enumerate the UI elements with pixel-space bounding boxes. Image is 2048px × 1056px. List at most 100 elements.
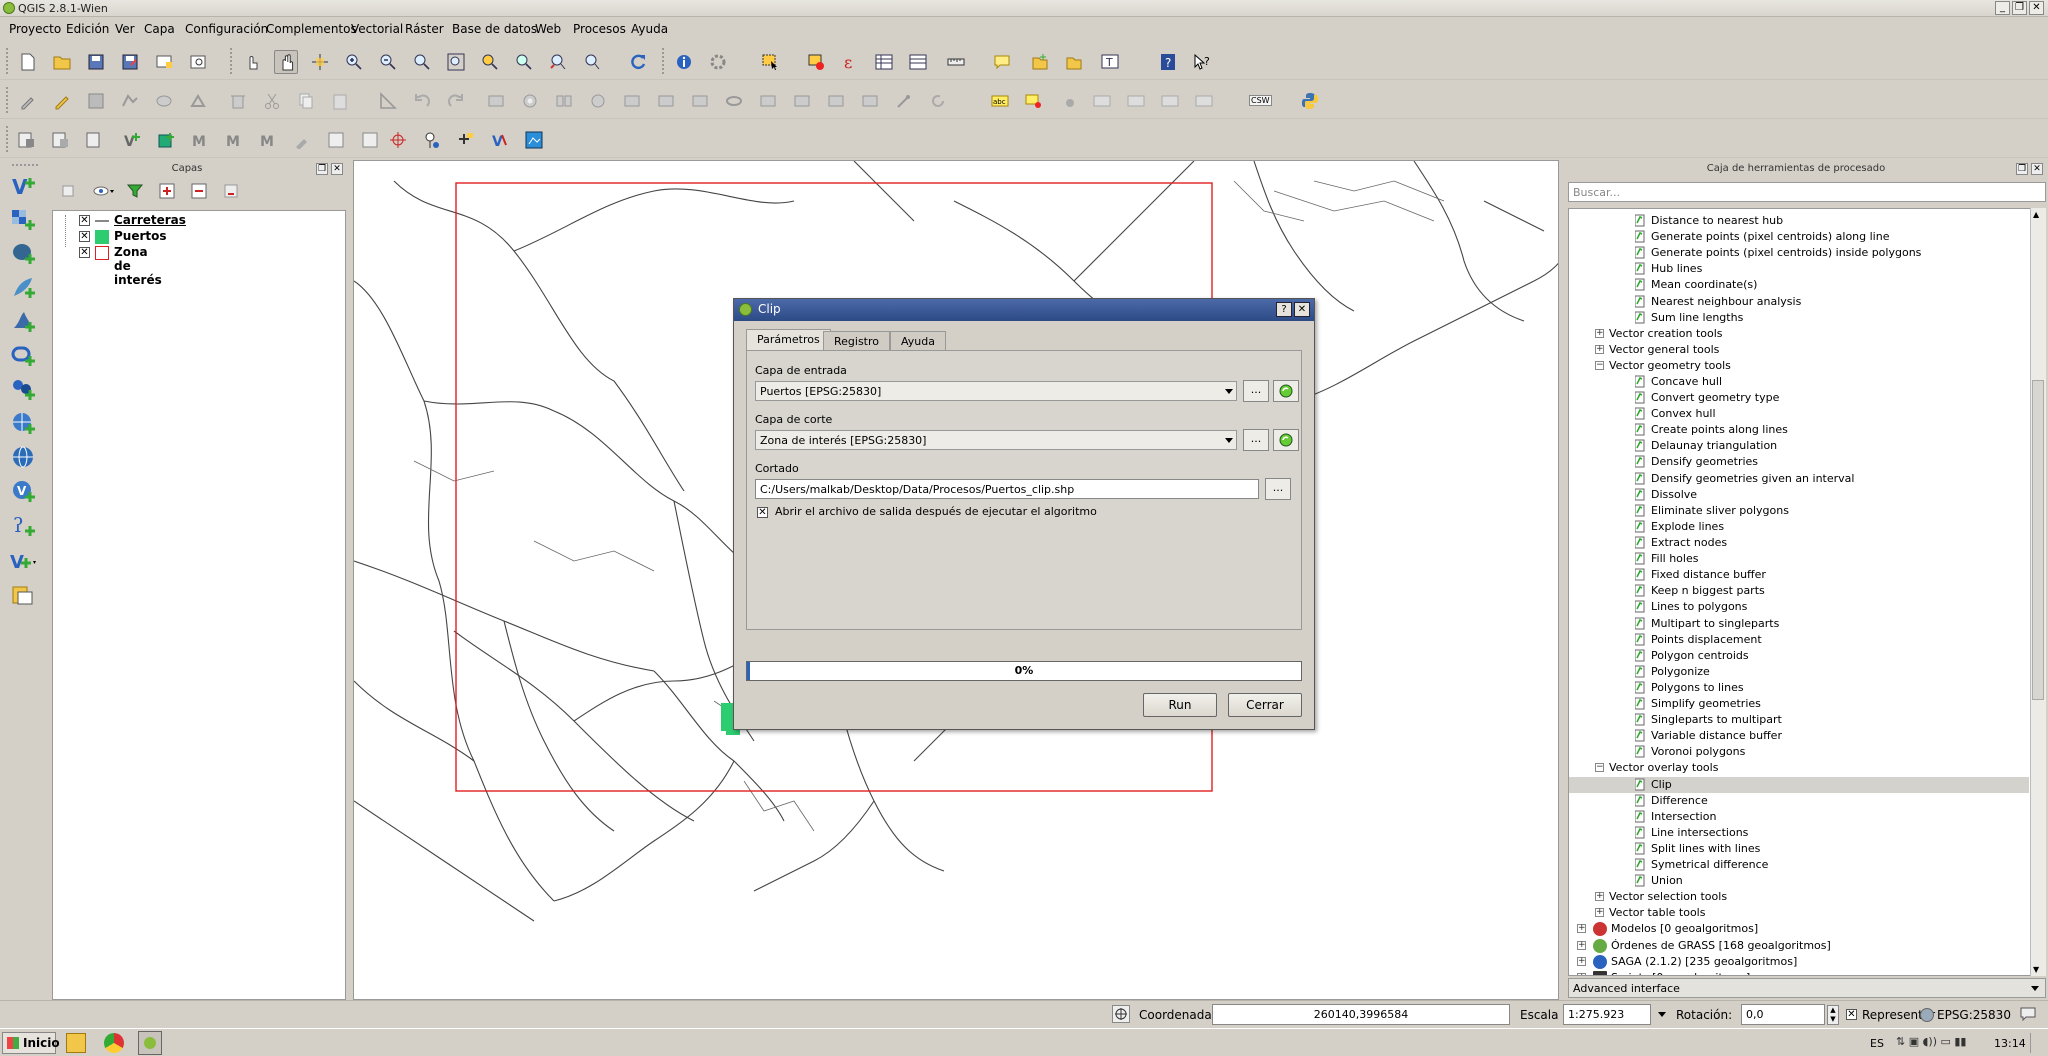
export-tool-button[interactable] bbox=[358, 128, 382, 152]
algorithm-item[interactable]: Convert geometry type bbox=[1569, 390, 2029, 406]
algorithm-group[interactable]: + Vector general tools bbox=[1569, 342, 2029, 358]
algorithm-item[interactable]: Multipart to singleparts bbox=[1569, 616, 2029, 632]
split-parts-button[interactable] bbox=[790, 89, 814, 113]
simplify-feature-button[interactable] bbox=[484, 89, 508, 113]
algorithm-item[interactable]: Keep n biggest parts bbox=[1569, 583, 2029, 599]
delete-selected-button[interactable] bbox=[226, 89, 250, 113]
spatialite-button[interactable] bbox=[48, 128, 72, 152]
algorithm-group[interactable]: + Vector table tools bbox=[1569, 905, 2029, 921]
expand-icon[interactable]: + bbox=[1595, 892, 1604, 901]
map-tips-button[interactable] bbox=[990, 50, 1014, 74]
add-wfs-layer-button[interactable]: V bbox=[10, 478, 38, 506]
render-checkbox[interactable]: ✕ bbox=[1846, 1009, 1857, 1020]
add-wms-layer-button[interactable] bbox=[10, 410, 38, 438]
algorithm-item[interactable]: Union bbox=[1569, 873, 2029, 889]
cerrar-button[interactable]: Cerrar bbox=[1228, 693, 1302, 717]
coordinate-tool-button[interactable] bbox=[454, 128, 478, 152]
node-tool-button[interactable] bbox=[186, 89, 210, 113]
algorithm-item[interactable]: Voronoi polygons bbox=[1569, 744, 2029, 760]
heatmap-button[interactable]: V bbox=[488, 128, 512, 152]
close-panel-button[interactable]: ✕ bbox=[331, 163, 343, 175]
field-calculator-button[interactable] bbox=[906, 50, 930, 74]
zoom-to-selection-button[interactable] bbox=[478, 50, 502, 74]
expand-icon[interactable]: + bbox=[1595, 908, 1604, 917]
float-panel-button[interactable]: ❐ bbox=[316, 163, 328, 175]
menu-edicion[interactable]: Edición bbox=[66, 22, 109, 36]
collapse-icon[interactable]: − bbox=[1595, 361, 1604, 370]
new-spatialite-layer-button[interactable] bbox=[154, 128, 178, 152]
add-group-button[interactable] bbox=[60, 182, 78, 200]
input-layer-iterate-button[interactable] bbox=[1273, 380, 1299, 402]
input-layer-browse-button[interactable]: ... bbox=[1243, 380, 1269, 402]
menu-complementos[interactable]: Complementos bbox=[266, 22, 357, 36]
algorithm-item[interactable]: Generate points (pixel centroids) along … bbox=[1569, 229, 2029, 245]
expand-icon[interactable]: + bbox=[1577, 924, 1586, 933]
brush-tool-button[interactable] bbox=[290, 128, 314, 152]
algorithm-item-selected[interactable]: Clip bbox=[1569, 777, 2029, 793]
save-project-button[interactable] bbox=[84, 50, 108, 74]
restore-button[interactable]: ❐ bbox=[2012, 1, 2027, 15]
minimize-button[interactable]: _ bbox=[1995, 1, 2010, 15]
algorithm-item[interactable]: Symetrical difference bbox=[1569, 857, 2029, 873]
provider-item[interactable]: + Scripts [0 geoalgoritmos] bbox=[1569, 970, 2029, 975]
filter-legend-button[interactable] bbox=[126, 182, 144, 200]
algorithm-item[interactable]: Concave hull bbox=[1569, 374, 2029, 390]
provider-item[interactable]: + SAGA (2.1.2) [235 geoalgoritmos] bbox=[1569, 954, 2029, 970]
copy-features-button[interactable] bbox=[294, 89, 318, 113]
zoom-full-button[interactable] bbox=[444, 50, 468, 74]
algorithm-item[interactable]: Explode lines bbox=[1569, 519, 2029, 535]
zoom-in-button[interactable] bbox=[342, 50, 366, 74]
split-features-button[interactable] bbox=[756, 89, 780, 113]
algorithm-item[interactable]: Difference bbox=[1569, 793, 2029, 809]
run-button[interactable]: Run bbox=[1143, 693, 1217, 717]
attribute-table-button[interactable] bbox=[872, 50, 896, 74]
algorithm-item[interactable]: Hub lines bbox=[1569, 261, 2029, 277]
algorithm-item[interactable]: Convex hull bbox=[1569, 406, 2029, 422]
add-raster-layer-button[interactable] bbox=[10, 206, 38, 234]
fill-ring-button[interactable] bbox=[586, 89, 610, 113]
raster-tool-button[interactable] bbox=[82, 128, 106, 152]
change-label-button[interactable] bbox=[1158, 89, 1182, 113]
close-panel-button[interactable]: ✕ bbox=[2031, 163, 2043, 175]
redo-button[interactable] bbox=[444, 89, 468, 113]
toggle-editing-button[interactable] bbox=[50, 89, 74, 113]
algorithm-item[interactable]: Polygon centroids bbox=[1569, 648, 2029, 664]
tab-registro[interactable]: Registro bbox=[823, 331, 891, 351]
tab-ayuda[interactable]: Ayuda bbox=[890, 331, 946, 351]
map-view-button[interactable] bbox=[522, 128, 546, 152]
algorithm-item[interactable]: Mean coordinate(s) bbox=[1569, 277, 2029, 293]
zoom-to-layer-button[interactable] bbox=[512, 50, 536, 74]
clip-layer-iterate-button[interactable] bbox=[1273, 429, 1299, 451]
add-db2-layer-button[interactable] bbox=[10, 376, 38, 404]
zoom-last-button[interactable] bbox=[546, 50, 570, 74]
output-browse-button[interactable]: ... bbox=[1265, 478, 1291, 500]
paste-features-button[interactable] bbox=[328, 89, 352, 113]
label-tool-button[interactable]: abc bbox=[988, 89, 1012, 113]
manage-visibility-button[interactable] bbox=[92, 182, 116, 200]
add-feature-button[interactable] bbox=[118, 89, 142, 113]
merge-features-button[interactable] bbox=[824, 89, 848, 113]
add-oracle-layer-button[interactable] bbox=[10, 342, 38, 370]
expand-icon[interactable]: + bbox=[1577, 973, 1586, 975]
save-edits-button[interactable] bbox=[84, 89, 108, 113]
menu-capa[interactable]: Capa bbox=[144, 22, 175, 36]
algorithm-group[interactable]: − Vector overlay tools bbox=[1569, 760, 2029, 776]
algorithm-item[interactable]: Line intersections bbox=[1569, 825, 2029, 841]
algorithm-item[interactable]: Split lines with lines bbox=[1569, 841, 2029, 857]
add-mssql-layer-button[interactable] bbox=[10, 308, 38, 336]
capture-coordinate-button[interactable] bbox=[386, 128, 410, 152]
algorithm-group[interactable]: − Vector geometry tools bbox=[1569, 358, 2029, 374]
offset-curve-button[interactable] bbox=[722, 89, 746, 113]
toolbar-grip[interactable] bbox=[662, 48, 666, 74]
touch-zoom-button[interactable] bbox=[240, 50, 264, 74]
pin-labels-button[interactable] bbox=[1022, 89, 1046, 113]
new-shapefile-button[interactable]: V bbox=[120, 128, 144, 152]
chrome-icon[interactable] bbox=[104, 1033, 124, 1053]
move-feature-button[interactable] bbox=[152, 89, 176, 113]
measure-button[interactable] bbox=[944, 50, 968, 74]
start-button[interactable]: Inicio bbox=[2, 1032, 60, 1054]
toolbar-grip[interactable] bbox=[12, 164, 38, 168]
toolbar-grip[interactable] bbox=[6, 48, 10, 74]
expand-icon[interactable]: + bbox=[1577, 941, 1586, 950]
delete-part-button[interactable] bbox=[654, 89, 678, 113]
